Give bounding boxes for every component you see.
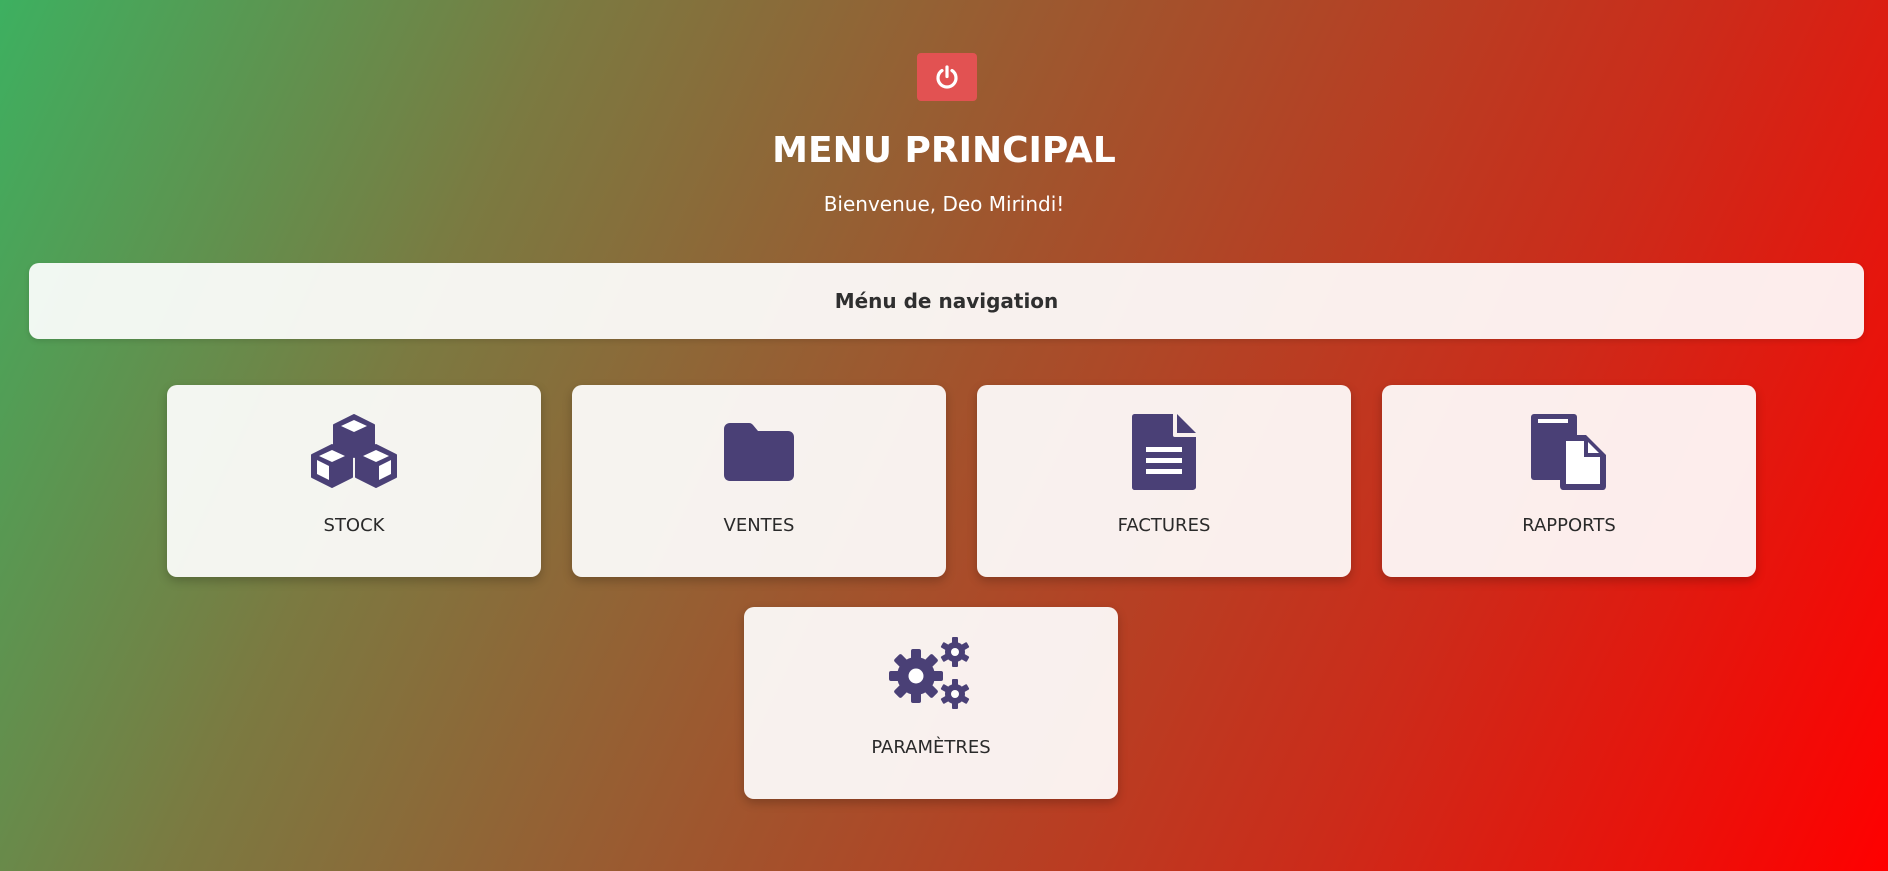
copy-icon [1382, 412, 1756, 492]
navigation-header: Ménu de navigation [29, 263, 1864, 339]
rapports-card[interactable]: RAPPORTS [1382, 385, 1756, 577]
card-label: VENTES [723, 515, 795, 536]
card-label: RAPPORTS [1522, 515, 1616, 536]
file-lines-icon [977, 412, 1351, 492]
ventes-card[interactable]: VENTES [572, 385, 946, 577]
page-title: MENU PRINCIPAL [772, 130, 1116, 171]
gears-icon [744, 634, 1118, 714]
factures-card[interactable]: FACTURES [977, 385, 1351, 577]
parametres-card[interactable]: PARAMÈTRES [744, 607, 1118, 799]
logout-button[interactable] [917, 53, 977, 101]
navigation-title: Ménu de navigation [834, 289, 1059, 313]
welcome-message: Bienvenue, Deo Mirindi! [823, 192, 1065, 216]
card-label: PARAMÈTRES [871, 737, 991, 758]
stock-card[interactable]: STOCK [167, 385, 541, 577]
power-icon [936, 65, 958, 89]
folder-icon [572, 412, 946, 492]
card-label: FACTURES [1117, 515, 1211, 536]
cubes-icon [167, 412, 541, 492]
card-label: STOCK [323, 515, 385, 536]
